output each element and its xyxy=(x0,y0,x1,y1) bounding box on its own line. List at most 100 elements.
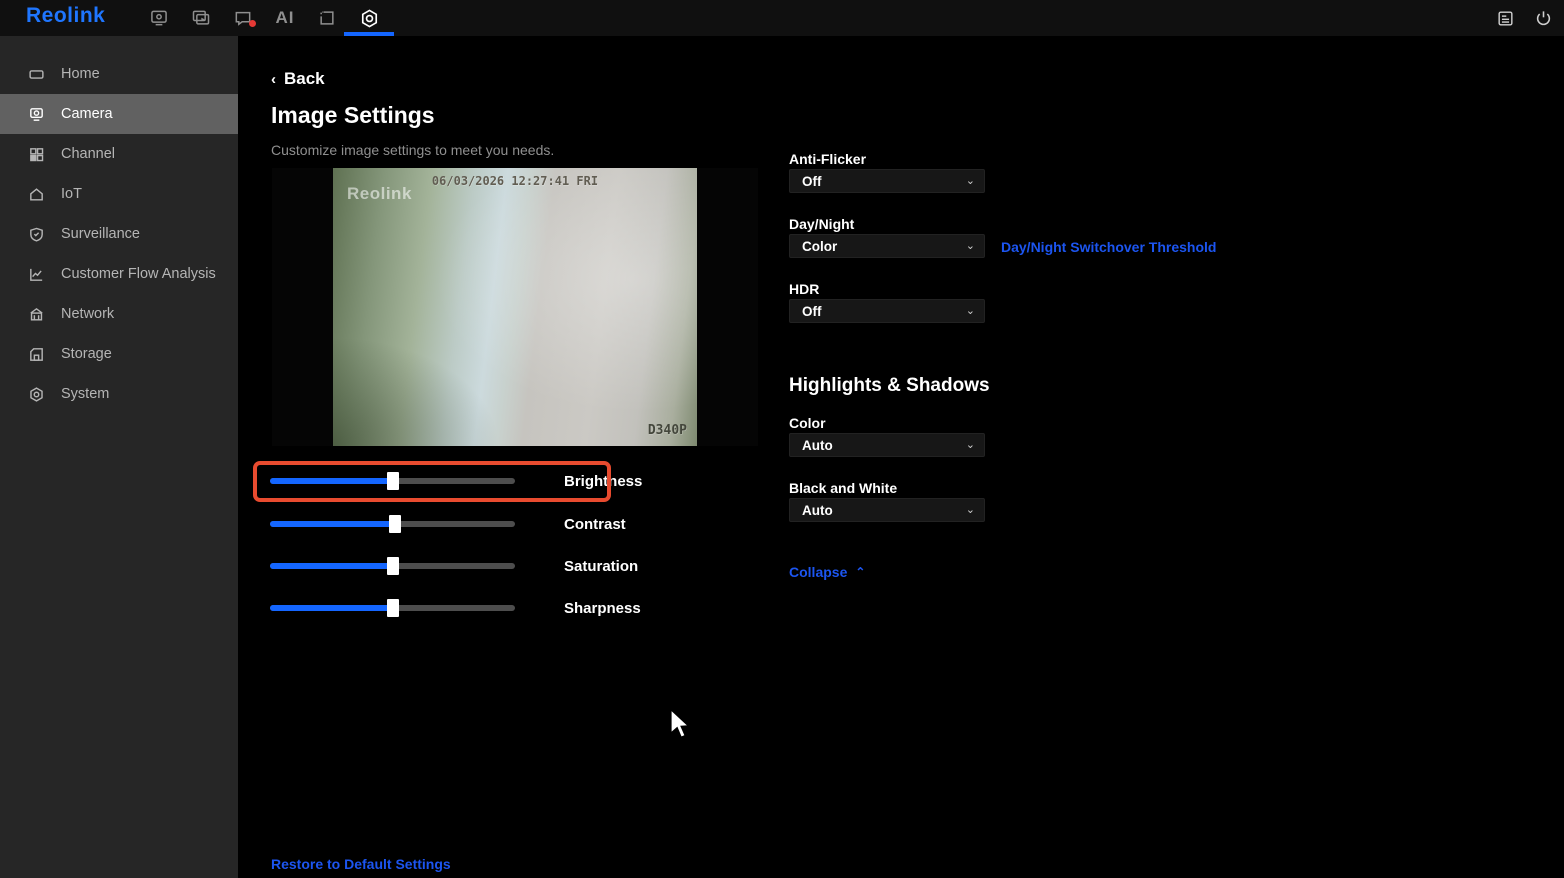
display-frame-icon xyxy=(317,8,337,28)
camera-video-frame: 06/03/2026 12:27:41 FRI Reolink D340P xyxy=(333,168,697,446)
chevron-down-icon: ⌄ xyxy=(965,239,975,252)
day-night-value: Color xyxy=(802,238,838,254)
sharpness-label: Sharpness xyxy=(564,599,641,617)
sidebar-item-channel[interactable]: Channel xyxy=(0,134,238,174)
app-window: Reolink AI Home Camera Channel IoT Surve… xyxy=(0,0,1564,878)
chevron-down-icon: ⌄ xyxy=(965,304,975,317)
camera-icon xyxy=(28,106,45,123)
chart-icon xyxy=(28,266,45,283)
camera-preview: 06/03/2026 12:27:41 FRI Reolink D340P xyxy=(272,168,758,446)
day-night-switchover-threshold-link[interactable]: Day/Night Switchover Threshold xyxy=(1001,239,1216,255)
hdr-label: HDR xyxy=(789,281,820,297)
slider-fill xyxy=(270,605,393,611)
sidebar-item-label: Channel xyxy=(61,146,116,162)
gear-icon xyxy=(359,8,380,29)
black-and-white-label: Black and White xyxy=(789,480,898,496)
day-night-dropdown[interactable]: Color ⌄ xyxy=(789,234,985,258)
brightness-slider-row: Brightness xyxy=(270,470,642,492)
highlights-shadows-title: Highlights & Shadows xyxy=(789,375,990,396)
sidebar-item-label: System xyxy=(61,386,110,402)
house-icon xyxy=(28,186,45,203)
system-gear-icon xyxy=(28,386,45,403)
black-and-white-dropdown[interactable]: Auto ⌄ xyxy=(789,498,985,522)
sidebar-item-label: Home xyxy=(61,66,100,82)
brightness-slider[interactable] xyxy=(270,472,515,490)
reolink-watermark: Reolink xyxy=(347,184,412,203)
brightness-label: Brightness xyxy=(564,472,643,490)
shield-icon xyxy=(28,226,45,243)
sidebar-item-customer-flow-analysis[interactable]: Customer Flow Analysis xyxy=(0,254,238,294)
network-icon xyxy=(28,306,45,323)
reolink-logo: Reolink xyxy=(26,4,106,27)
saturation-label: Saturation xyxy=(564,557,639,575)
osd-timestamp: 06/03/2026 12:27:41 FRI xyxy=(431,174,599,188)
slider-thumb[interactable] xyxy=(388,515,401,533)
hs-color-label: Color xyxy=(789,415,826,431)
home-screen-icon xyxy=(28,66,45,83)
sidebar-item-label: Storage xyxy=(61,346,112,362)
sidebar-item-surveillance[interactable]: Surveillance xyxy=(0,214,238,254)
sidebar-item-iot[interactable]: IoT xyxy=(0,174,238,214)
topbar-right xyxy=(1494,0,1554,36)
sidebar-item-network[interactable]: Network xyxy=(0,294,238,334)
slider-fill xyxy=(270,521,395,527)
sidebar-item-camera[interactable]: Camera xyxy=(0,94,238,134)
sidebar-item-storage[interactable]: Storage xyxy=(0,334,238,374)
nav-playback[interactable] xyxy=(180,0,222,36)
saturation-slider[interactable] xyxy=(270,557,515,575)
hdr-value: Off xyxy=(802,303,822,319)
chevron-down-icon: ⌄ xyxy=(965,174,975,187)
log-icon[interactable] xyxy=(1494,7,1516,29)
contrast-slider-row: Contrast xyxy=(270,513,626,535)
collapse-link[interactable]: Collapse ⌃ xyxy=(789,564,865,580)
grid-icon xyxy=(28,146,45,163)
sidebar: Home Camera Channel IoT Surveillance Cus… xyxy=(0,36,238,878)
sharpness-slider[interactable] xyxy=(270,599,515,617)
slider-thumb[interactable] xyxy=(386,557,399,575)
ai-icon: AI xyxy=(275,8,295,27)
disk-icon xyxy=(28,346,45,363)
sidebar-item-label: Surveillance xyxy=(61,226,140,242)
main-content: ‹ Back Image Settings Customize image se… xyxy=(238,36,1564,878)
contrast-slider[interactable] xyxy=(270,515,515,533)
back-chevron-icon: ‹ xyxy=(271,70,276,88)
page-subtitle: Customize image settings to meet you nee… xyxy=(271,142,555,158)
nav-live-view[interactable] xyxy=(138,0,180,36)
hs-color-value: Auto xyxy=(802,437,833,453)
nav-alarm-messages[interactable] xyxy=(222,0,264,36)
nav-display[interactable] xyxy=(306,0,348,36)
contrast-label: Contrast xyxy=(564,515,626,533)
power-icon[interactable] xyxy=(1532,7,1554,29)
topbar: Reolink AI xyxy=(0,0,1564,36)
nav-ai[interactable]: AI xyxy=(264,0,306,36)
slider-fill xyxy=(270,478,393,484)
anti-flicker-dropdown[interactable]: Off ⌄ xyxy=(789,169,985,193)
sidebar-item-system[interactable]: System xyxy=(0,374,238,414)
anti-flicker-value: Off xyxy=(802,173,822,189)
sidebar-item-label: Customer Flow Analysis xyxy=(61,266,216,282)
slider-fill xyxy=(270,563,393,569)
back-button[interactable]: ‹ Back xyxy=(271,69,325,89)
notification-dot xyxy=(249,20,256,27)
slider-thumb[interactable] xyxy=(386,472,399,490)
saturation-slider-row: Saturation xyxy=(270,555,638,577)
sidebar-item-label: IoT xyxy=(61,186,82,202)
chevron-down-icon: ⌄ xyxy=(965,438,975,451)
playback-icon xyxy=(191,8,211,28)
topbar-nav: AI xyxy=(138,0,394,36)
nav-settings[interactable] xyxy=(344,0,394,36)
anti-flicker-label: Anti-Flicker xyxy=(789,151,867,167)
chevron-up-icon: ⌃ xyxy=(855,565,866,579)
sidebar-item-home[interactable]: Home xyxy=(0,54,238,94)
collapse-label: Collapse xyxy=(789,564,848,580)
day-night-label: Day/Night xyxy=(789,216,855,232)
hdr-dropdown[interactable]: Off ⌄ xyxy=(789,299,985,323)
black-and-white-value: Auto xyxy=(802,502,833,518)
monitor-icon xyxy=(149,8,169,28)
slider-thumb[interactable] xyxy=(386,599,399,617)
hs-color-dropdown[interactable]: Auto ⌄ xyxy=(789,433,985,457)
sidebar-item-label: Camera xyxy=(61,106,113,122)
sidebar-item-label: Network xyxy=(61,306,115,322)
restore-defaults-link[interactable]: Restore to Default Settings xyxy=(271,856,451,872)
back-label: Back xyxy=(284,69,325,88)
